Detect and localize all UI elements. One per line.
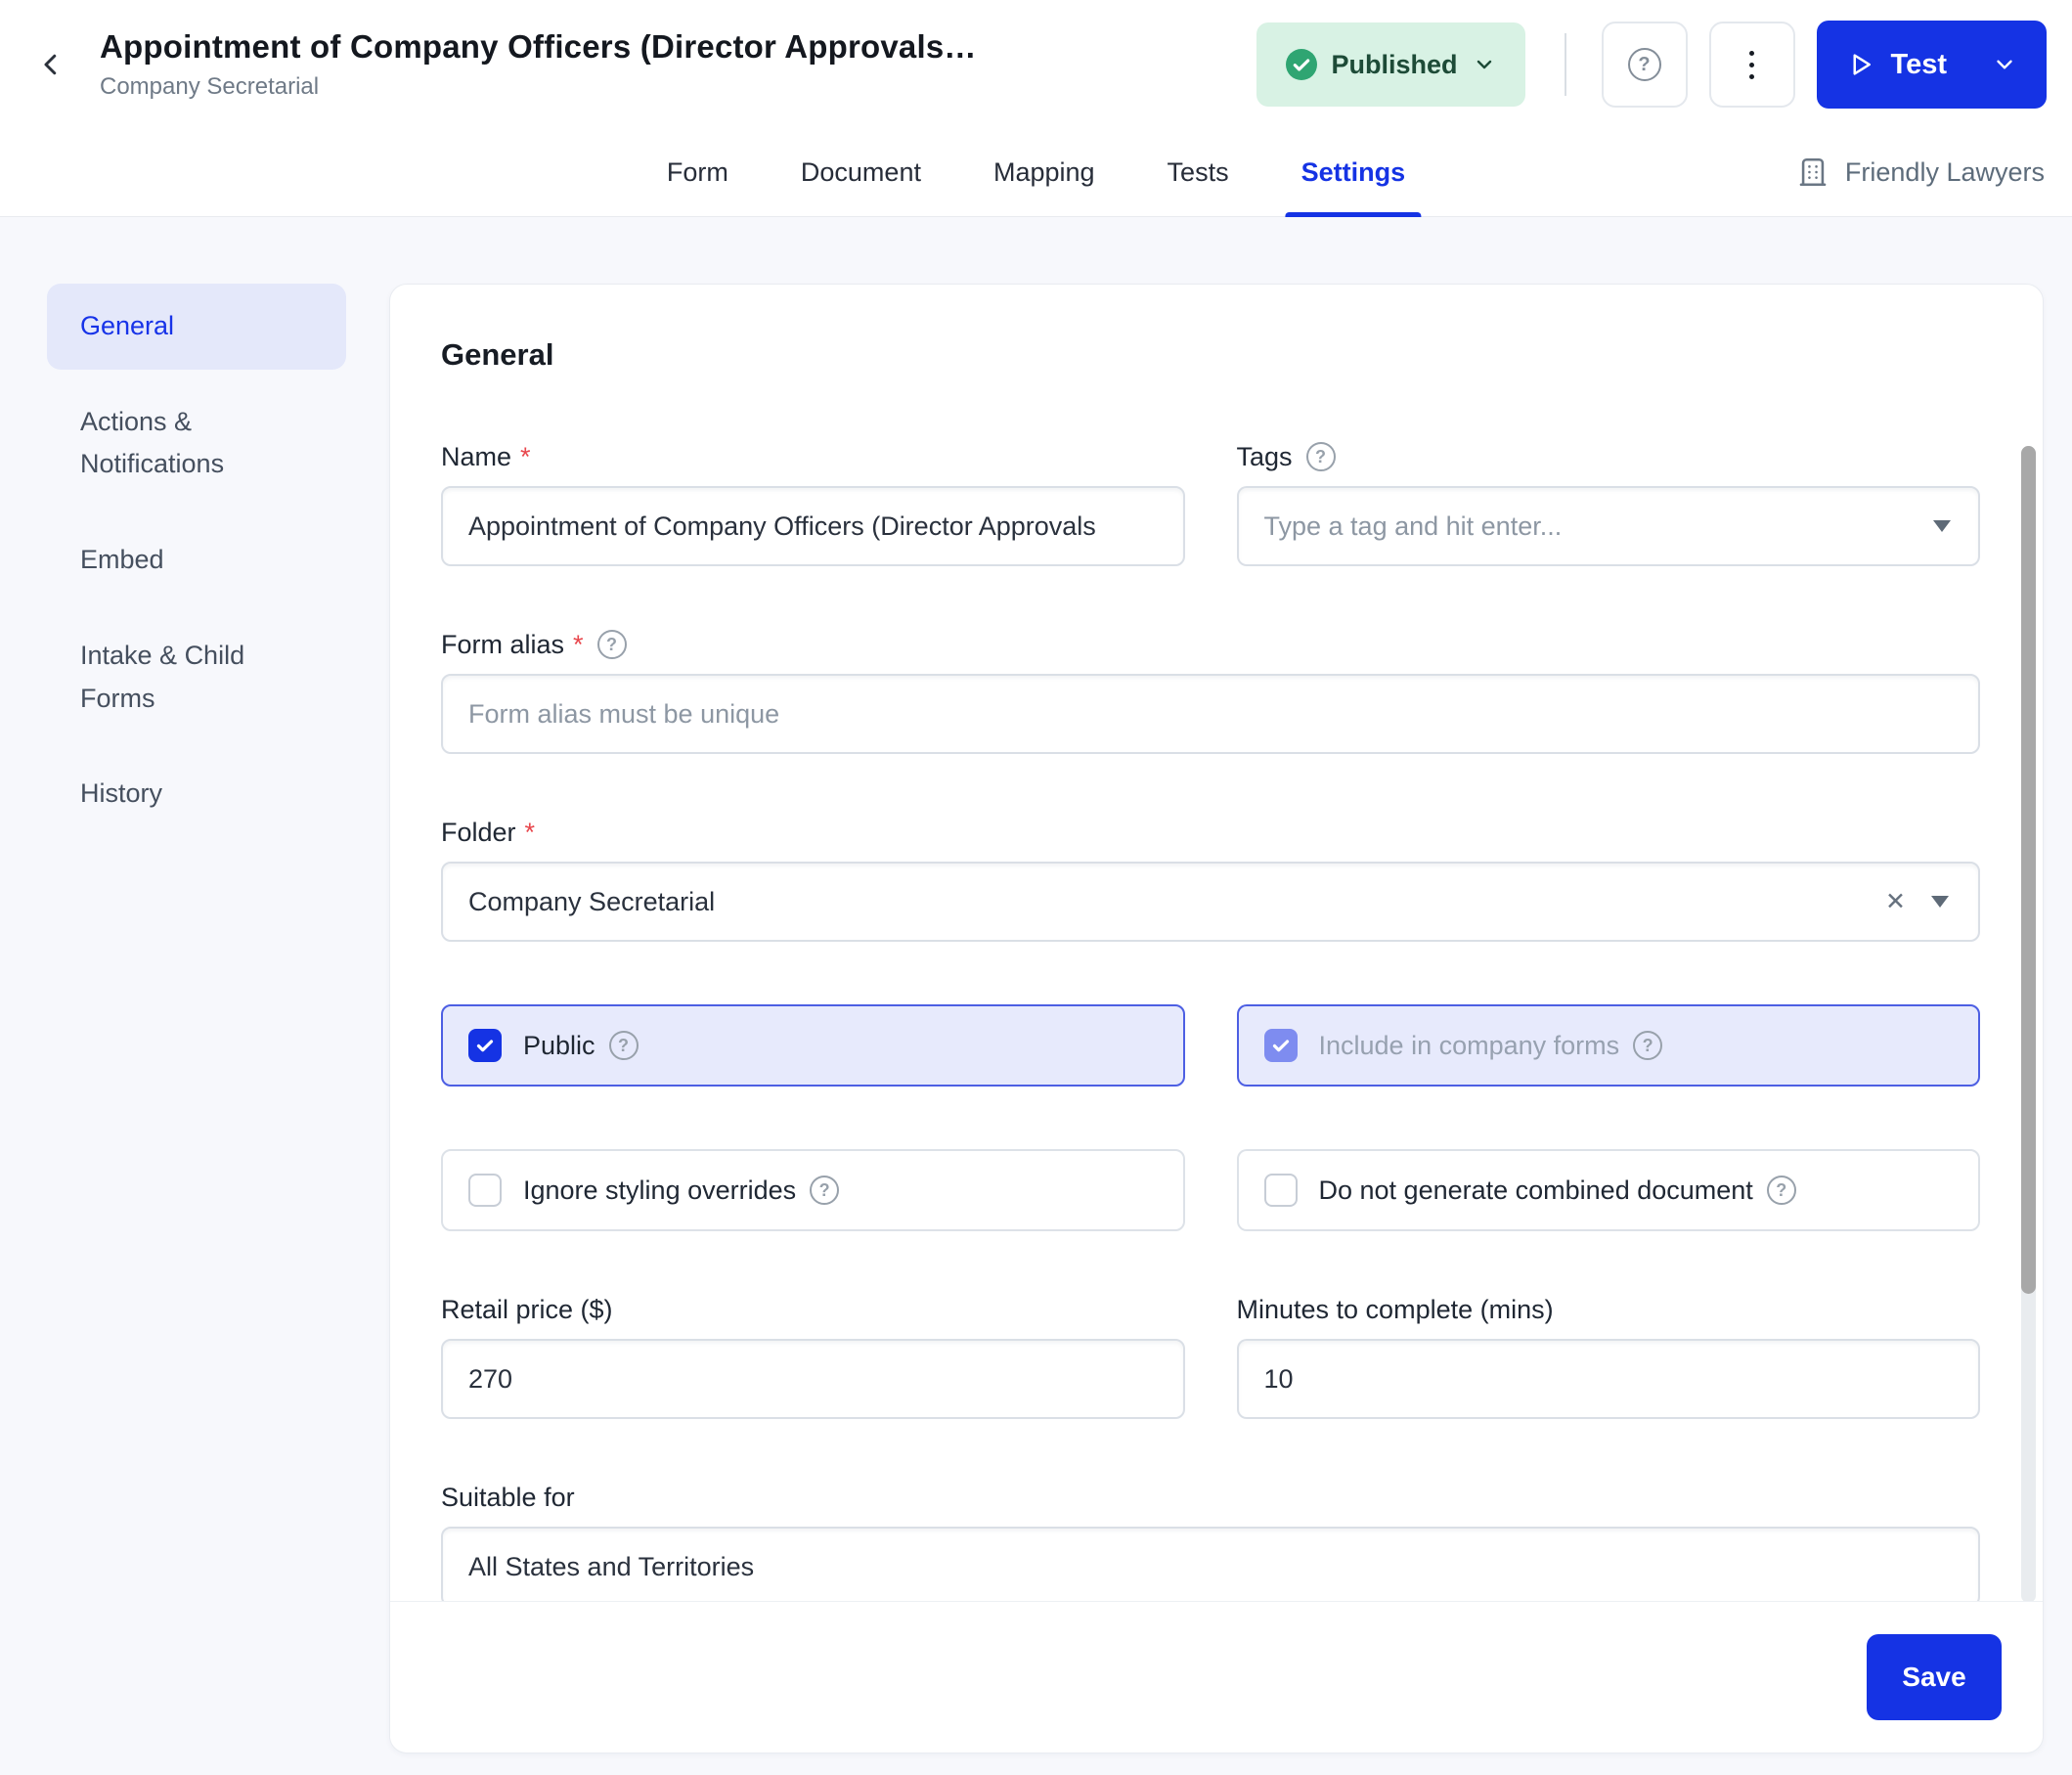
minutes-label: Minutes to complete (mins) [1236, 1294, 1554, 1324]
more-options-button[interactable] [1708, 22, 1795, 108]
vertical-divider [1564, 33, 1566, 96]
folder-selected-value: Company Secretarial [468, 886, 716, 916]
back-button[interactable] [27, 41, 74, 88]
section-heading: General [441, 337, 554, 372]
chevron-left-icon [36, 50, 66, 79]
tab-mapping[interactable]: Mapping [978, 128, 1111, 216]
checkbox-unchecked-icon[interactable] [468, 1174, 502, 1207]
retail-price-field: Retail price ($) [441, 1294, 1185, 1419]
ignore-styling-checkbox-card[interactable]: Ignore styling overrides [441, 1149, 1185, 1231]
header-actions: Published Test [1256, 21, 2072, 109]
checkbox-checked-icon[interactable] [468, 1029, 502, 1062]
retail-price-input[interactable] [441, 1339, 1185, 1419]
tab-settings[interactable]: Settings [1285, 128, 1422, 217]
help-icon[interactable] [608, 1031, 639, 1060]
tags-field: Tags [1236, 441, 1980, 566]
test-button-label: Test [1890, 48, 1947, 80]
folder-select[interactable]: Company Secretarial [441, 862, 1980, 942]
status-label: Published [1331, 49, 1458, 79]
sidebar-item-intake-child-forms[interactable]: Intake & Child Forms [47, 613, 346, 741]
help-icon[interactable] [1766, 1176, 1796, 1205]
caret-down-icon [1933, 520, 1951, 532]
folder-field: Folder * Company Secretarial [441, 817, 1980, 942]
scrollbar-track[interactable] [2021, 446, 2036, 1603]
help-icon[interactable] [596, 630, 627, 659]
help-icon[interactable] [1305, 442, 1336, 471]
building-icon [1796, 155, 1830, 189]
chevron-down-icon [1473, 53, 1496, 76]
settings-sidebar: General Actions & Notifications Embed In… [47, 284, 346, 847]
help-button[interactable] [1601, 22, 1688, 108]
check-circle-icon [1285, 49, 1317, 80]
public-checkbox-card[interactable]: Public [441, 1004, 1185, 1087]
tab-row: Form Document Mapping Tests Settings Fri… [0, 128, 2072, 217]
settings-panel: General Name * Tags [389, 284, 2044, 1753]
title-block: Appointment of Company Officers (Directo… [100, 28, 977, 101]
breadcrumb-folder: Company Secretarial [100, 73, 320, 100]
scrollbar-thumb[interactable] [2021, 446, 2036, 1294]
panel-footer: Save [390, 1601, 2043, 1753]
tags-label: Tags [1236, 441, 1293, 471]
checkbox-unchecked-icon[interactable] [1263, 1174, 1298, 1207]
question-mark-icon [1627, 48, 1661, 81]
panel-body: General Name * Tags [390, 285, 2043, 1601]
sidebar-item-actions-notifications[interactable]: Actions & Notifications [47, 379, 346, 508]
play-icon [1846, 50, 1875, 79]
workspace-label: Friendly Lawyers [1844, 156, 2045, 187]
tab-document[interactable]: Document [785, 128, 937, 216]
form-alias-field: Form alias * [441, 629, 1980, 754]
status-badge[interactable]: Published [1256, 22, 1525, 107]
caret-down-icon [1931, 896, 1949, 908]
include-company-forms-checkbox-card: Include in company forms [1236, 1004, 1980, 1087]
folder-label: Folder [441, 817, 516, 847]
suitable-for-field: Suitable for [441, 1482, 1980, 1601]
name-input[interactable] [441, 486, 1185, 566]
checkbox-checked-disabled-icon [1263, 1029, 1298, 1062]
help-icon[interactable] [810, 1176, 840, 1205]
sidebar-item-embed[interactable]: Embed [47, 517, 346, 603]
required-asterisk: * [520, 441, 531, 471]
sidebar-item-general[interactable]: General [47, 284, 346, 370]
form-alias-label: Form alias [441, 629, 565, 659]
sidebar-item-history[interactable]: History [47, 751, 346, 837]
tab-form[interactable]: Form [651, 128, 744, 216]
tab-tests[interactable]: Tests [1152, 128, 1245, 216]
save-button[interactable]: Save [1867, 1634, 2002, 1720]
page-title: Appointment of Company Officers (Directo… [100, 28, 977, 65]
combined-document-label: Do not generate combined document [1318, 1175, 1753, 1205]
required-asterisk: * [524, 817, 536, 847]
workspace-indicator[interactable]: Friendly Lawyers [1796, 155, 2045, 189]
header-top-row: Appointment of Company Officers (Directo… [0, 0, 2072, 129]
minutes-input[interactable] [1236, 1339, 1980, 1419]
tags-input[interactable] [1236, 486, 1980, 566]
name-field: Name * [441, 441, 1185, 566]
required-asterisk: * [573, 629, 584, 659]
minutes-field: Minutes to complete (mins) [1236, 1294, 1980, 1419]
tab-bar: Form Document Mapping Tests Settings [651, 128, 1422, 217]
test-button[interactable]: Test [1816, 21, 2047, 109]
name-label: Name [441, 441, 512, 471]
combined-document-checkbox-card[interactable]: Do not generate combined document [1236, 1149, 1980, 1231]
suitable-for-label: Suitable for [441, 1482, 575, 1512]
suitable-for-input[interactable] [441, 1527, 1980, 1601]
header: Appointment of Company Officers (Directo… [0, 0, 2072, 217]
chevron-down-icon [1992, 52, 2017, 77]
ignore-styling-label: Ignore styling overrides [523, 1175, 797, 1205]
retail-price-label: Retail price ($) [441, 1294, 613, 1324]
form-alias-input[interactable] [441, 674, 1980, 754]
clear-x-icon[interactable] [1885, 887, 1906, 916]
include-company-forms-label: Include in company forms [1318, 1030, 1620, 1060]
kebab-icon [1749, 50, 1755, 79]
help-icon[interactable] [1633, 1031, 1663, 1060]
public-checkbox-label: Public [523, 1030, 595, 1060]
